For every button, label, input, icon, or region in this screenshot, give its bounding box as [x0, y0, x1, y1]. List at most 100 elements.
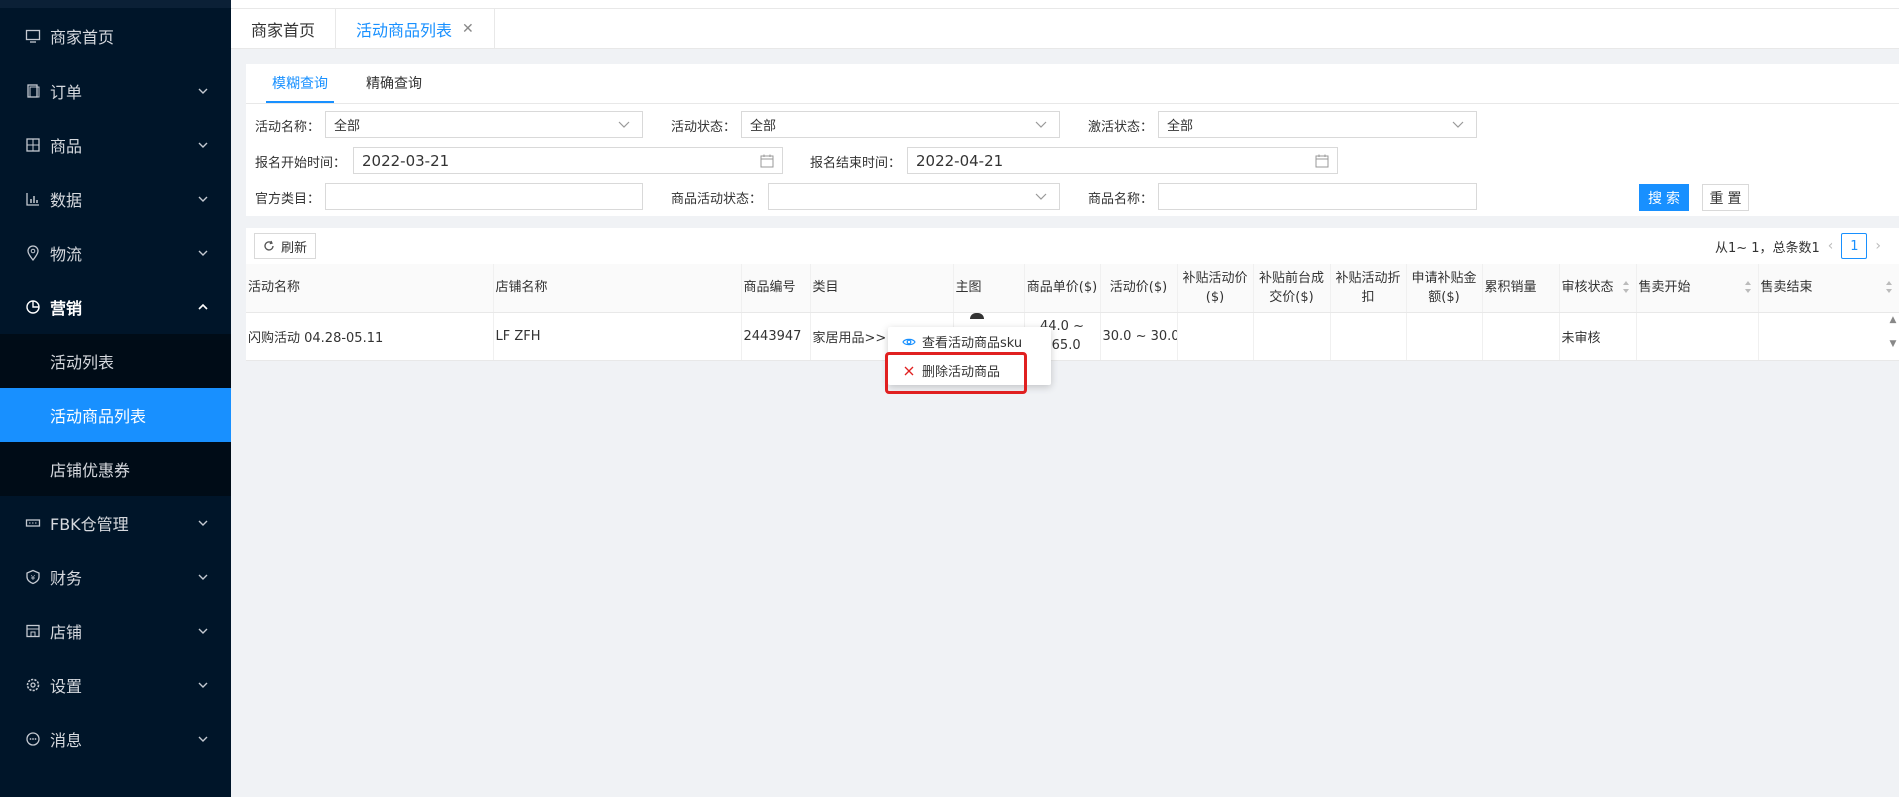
tab-activity-goods-list[interactable]: 活动商品列表 ✕	[336, 9, 495, 48]
signup-start-date-input[interactable]: 2022-03-21	[353, 147, 783, 174]
svg-text:¥: ¥	[31, 574, 36, 582]
col-label: 审核状态	[1561, 280, 1614, 296]
next-page-button[interactable]: ›	[1875, 238, 1881, 254]
sidebar-item-label: FBK仓管理	[50, 515, 129, 534]
col-store-name: 店铺名称	[493, 264, 742, 313]
activity-status-select[interactable]: 全部	[741, 111, 1060, 138]
table-scrollbar[interactable]: ▲ ▼	[1887, 308, 1899, 356]
location-icon	[24, 244, 42, 262]
sidebar-item-label: 活动列表	[50, 353, 115, 372]
sidebar-item-activity-list[interactable]: 活动列表	[0, 334, 231, 388]
calendar-icon	[1315, 154, 1329, 168]
col-activity-name: 活动名称	[246, 264, 494, 313]
sidebar-item-orders[interactable]: 订单	[0, 64, 231, 118]
goods-name-input[interactable]	[1158, 183, 1477, 210]
menu-item-label: 查看活动商品sku	[922, 336, 1023, 351]
tab-label: 商家首页	[251, 20, 316, 40]
sidebar-item-fbk[interactable]: FBK仓管理	[0, 496, 231, 550]
chevron-down-icon	[198, 142, 208, 148]
sidebar-item-label: 店铺	[50, 623, 83, 642]
sidebar-item-label: 设置	[50, 677, 83, 696]
sidebar-item-settings[interactable]: 设置	[0, 658, 231, 712]
sort-icon[interactable]	[1885, 280, 1893, 294]
scroll-up-icon[interactable]: ▲	[1887, 308, 1899, 332]
col-unit-price: 商品单价($)	[1024, 264, 1101, 313]
cell-subsidy-discount	[1330, 312, 1407, 361]
gear-icon	[24, 676, 42, 694]
header-bar	[231, 0, 1899, 9]
select-value: 全部	[334, 119, 361, 134]
cell-apply-subsidy-amount	[1406, 312, 1483, 361]
sort-icon[interactable]	[1744, 280, 1752, 294]
sidebar-item-logistics[interactable]: 物流	[0, 226, 231, 280]
table-toolbar: 刷新 从1~ 1，总条数1 ‹ 1 ›	[246, 228, 1899, 264]
sidebar-topbar	[0, 0, 231, 8]
col-label: 售卖开始	[1638, 280, 1691, 296]
sidebar-item-label: 消息	[50, 731, 83, 750]
activity-name-select[interactable]: 全部	[325, 111, 643, 138]
tab-fuzzy-query[interactable]: 模糊查询	[266, 73, 334, 103]
select-value: 全部	[750, 119, 777, 134]
sidebar-item-goods[interactable]: 商品	[0, 118, 231, 172]
pagination: 从1~ 1，总条数1 ‹ 1 ›	[1715, 233, 1889, 259]
table-row[interactable]: 闪购活动 04.28-05.11 LF ZFH 2443947 家居用品>> 4…	[246, 312, 1899, 361]
sidebar-item-marketing[interactable]: 营销	[0, 280, 231, 334]
sidebar-item-label: 营销	[50, 299, 83, 318]
goods-icon	[24, 136, 42, 154]
sort-icon[interactable]	[1622, 280, 1630, 294]
col-sale-end[interactable]: 售卖结束	[1758, 264, 1899, 313]
sidebar-item-store-coupons[interactable]: 店铺优惠券	[0, 442, 231, 496]
chevron-down-icon	[198, 736, 208, 742]
signup-end-date-input[interactable]: 2022-04-21	[907, 147, 1338, 174]
cell-subsidy-activity-price	[1177, 312, 1254, 361]
sidebar-item-messages[interactable]: 消息	[0, 712, 231, 766]
sidebar-item-home[interactable]: 商家首页	[0, 8, 231, 64]
tab-exact-query[interactable]: 精确查询	[360, 73, 428, 103]
table-panel: 刷新 从1~ 1，总条数1 ‹ 1 › 活动名称 店铺名称 商品编号 类目 主图…	[246, 228, 1899, 361]
official-category-input[interactable]	[325, 183, 643, 210]
search-button[interactable]: 搜索	[1639, 184, 1689, 211]
chevron-down-icon	[1035, 193, 1047, 200]
goods-name-label: 商品名称：	[1088, 192, 1154, 207]
product-thumbnail[interactable]	[969, 312, 984, 319]
chevron-down-icon	[198, 574, 208, 580]
cell-review-status: 未审核	[1559, 312, 1637, 361]
prev-page-button[interactable]: ‹	[1828, 238, 1834, 254]
pie-icon	[24, 298, 42, 316]
activity-goods-table: 活动名称 店铺名称 商品编号 类目 主图 商品单价($) 活动价($) 补贴活动…	[246, 264, 1899, 361]
sidebar-item-label: 数据	[50, 191, 83, 210]
chevron-up-icon	[198, 303, 208, 310]
store-icon	[24, 622, 42, 640]
col-sale-start[interactable]: 售卖开始	[1636, 264, 1759, 313]
refresh-button[interactable]: 刷新	[254, 233, 317, 259]
reset-button[interactable]: 重置	[1702, 184, 1749, 211]
date-value: 2022-03-21	[362, 151, 450, 170]
cell-sale-start	[1636, 312, 1759, 361]
cell-activity-name: 闪购活动 04.28-05.11	[246, 312, 494, 361]
sidebar-item-data[interactable]: 数据	[0, 172, 231, 226]
col-category: 类目	[810, 264, 954, 313]
chevron-down-icon	[198, 520, 208, 526]
tab-merchant-home[interactable]: 商家首页	[231, 9, 337, 48]
chevron-down-icon	[198, 88, 208, 94]
select-value: 全部	[1167, 119, 1194, 134]
page-tabbar: 商家首页 活动商品列表 ✕	[231, 9, 1899, 49]
sidebar-item-label: 店铺优惠券	[50, 461, 131, 480]
activation-status-select[interactable]: 全部	[1158, 111, 1477, 138]
cell-subsidy-before-price	[1253, 312, 1331, 361]
col-review-status[interactable]: 审核状态	[1559, 264, 1637, 313]
goods-activity-status-select[interactable]	[768, 183, 1060, 210]
query-tabs: 模糊查询 精确查询	[246, 64, 1899, 104]
sidebar-item-finance[interactable]: ¥ 财务	[0, 550, 231, 604]
close-icon[interactable]: ✕	[462, 21, 474, 37]
sidebar-item-store[interactable]: 店铺	[0, 604, 231, 658]
refresh-label: 刷新	[281, 240, 308, 256]
warehouse-icon	[24, 514, 42, 532]
scroll-down-icon[interactable]: ▼	[1887, 332, 1899, 356]
sidebar-item-activity-goods-list[interactable]: 活动商品列表	[0, 388, 231, 442]
chevron-down-icon	[198, 682, 208, 688]
col-subsidy-activity-price: 补贴活动价($)	[1177, 264, 1254, 313]
shield-icon: ¥	[24, 568, 42, 586]
page-number-button[interactable]: 1	[1841, 233, 1868, 259]
chevron-down-icon	[198, 196, 208, 202]
